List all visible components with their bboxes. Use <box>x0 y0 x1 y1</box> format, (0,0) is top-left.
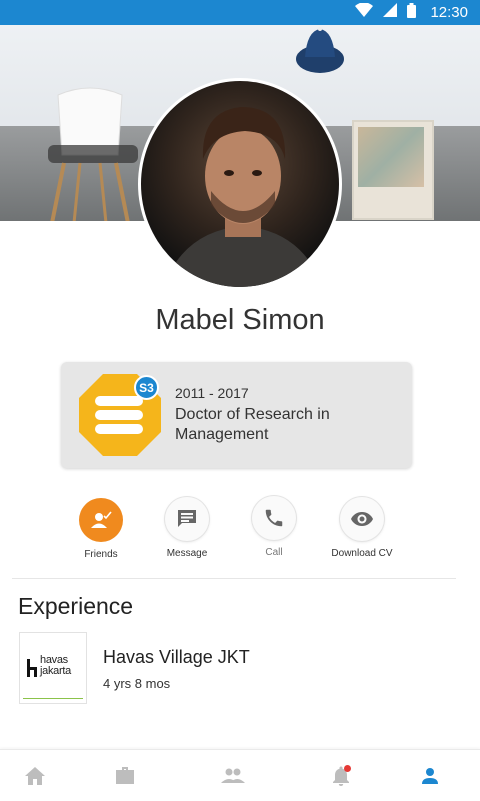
home-icon <box>25 766 45 785</box>
status-bar: 12:30 <box>0 0 480 25</box>
education-level-badge: S3 <box>134 375 159 400</box>
divider <box>12 578 456 579</box>
nav-home[interactable] <box>5 750 65 801</box>
company-duration: 4 yrs 8 mos <box>103 676 171 691</box>
nav-notifications[interactable] <box>311 750 371 801</box>
download-cv-label: Download CV <box>331 548 393 559</box>
notification-dot <box>344 765 351 772</box>
chair-illustration <box>48 87 138 221</box>
company-logo-text: havas jakarta <box>40 654 71 677</box>
havas-logo-mark-icon <box>27 659 37 677</box>
profile-name: Mabel Simon <box>155 304 325 336</box>
wifi-icon <box>355 2 374 22</box>
people-icon <box>221 768 245 783</box>
message-icon <box>178 510 196 527</box>
signal-icon <box>383 3 398 22</box>
company-name: Havas Village JKT <box>103 647 250 667</box>
eye-icon <box>351 512 373 526</box>
portrait-illustration <box>163 107 323 287</box>
experience-heading: Experience <box>18 593 134 619</box>
education-years: 2011 - 2017 <box>175 385 249 401</box>
profile-actions: Friends Message Call Download CV <box>0 495 480 565</box>
download-cv-button[interactable]: Download CV <box>312 497 412 559</box>
nav-profile[interactable] <box>400 750 460 801</box>
avatar[interactable] <box>138 78 342 290</box>
friends-button[interactable]: Friends <box>51 498 151 560</box>
education-card[interactable]: S3 2011 - 2017 Doctor of Research in Man… <box>61 362 412 468</box>
message-button[interactable]: Message <box>137 497 237 559</box>
status-time: 12:30 <box>430 4 468 21</box>
bottom-nav <box>0 749 480 801</box>
message-label: Message <box>166 548 208 559</box>
call-label: Call <box>265 547 283 558</box>
battery-icon <box>407 2 417 23</box>
company-logo[interactable]: havas jakarta <box>20 633 86 703</box>
phone-icon <box>265 509 283 527</box>
nav-jobs[interactable] <box>95 750 155 801</box>
education-degree: Doctor of Research in Management <box>175 406 330 443</box>
friends-label: Friends <box>84 549 118 560</box>
call-button[interactable]: Call <box>224 496 324 558</box>
profile-icon <box>422 767 438 784</box>
nav-people[interactable] <box>203 750 263 801</box>
briefcase-icon <box>116 766 134 784</box>
hat-illustration <box>296 27 344 73</box>
status-icons: 12:30 <box>355 0 468 25</box>
add-friend-icon <box>91 511 112 528</box>
